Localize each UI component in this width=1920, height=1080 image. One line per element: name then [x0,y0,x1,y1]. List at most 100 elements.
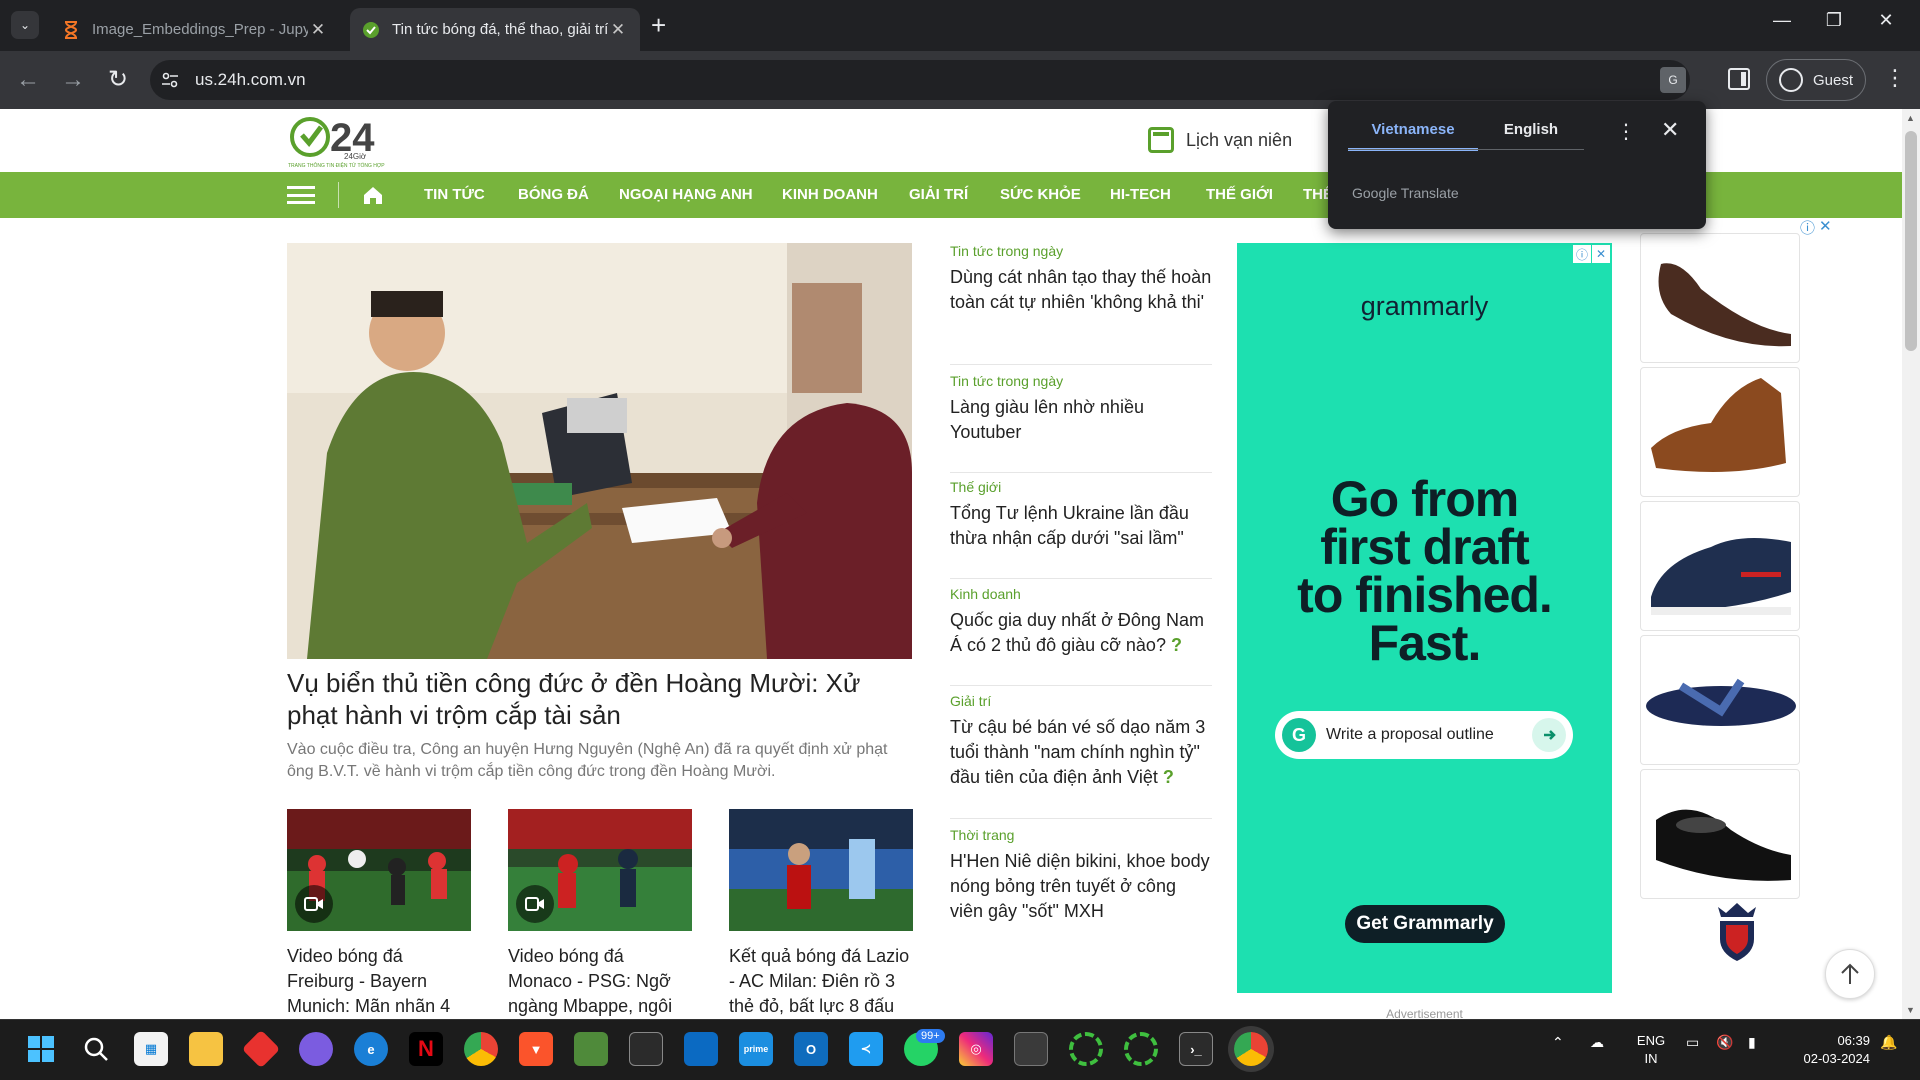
close-icon[interactable]: ✕ [608,20,628,40]
battery-icon[interactable]: ▮ [1748,1034,1756,1051]
news-title[interactable]: Quốc gia duy nhất ở Đông Nam Á có 2 thủ … [950,608,1212,658]
tab-jupyter[interactable]: Image_Embeddings_Prep - Jupyter ✕ [50,8,340,51]
tab-search-button[interactable]: ⌄ [11,11,39,39]
news-title[interactable]: Dùng cát nhân tạo thay thế hoàn toàn cát… [950,265,1212,315]
nav-ngoai-hang-anh[interactable]: NGOẠI HẠNG ANH [619,186,753,203]
address-bar[interactable]: us.24h.com.vn [150,60,1690,100]
main-story-image[interactable] [287,243,912,659]
ad-prompt-box[interactable]: G Write a proposal outline [1275,711,1573,759]
forward-button[interactable]: → [58,65,88,95]
news-category[interactable]: Tin tức trong ngày [950,373,1212,389]
hamburger-menu-icon[interactable] [287,186,315,204]
app-tablet-icon[interactable] [1014,1032,1048,1066]
reload-button[interactable]: ↻ [103,65,133,95]
app-window-icon[interactable] [684,1032,718,1066]
news-category[interactable]: Kinh doanh [950,586,1212,602]
brand-crest-icon[interactable] [1712,899,1762,961]
brave-icon[interactable]: ▼ [519,1032,553,1066]
more-options-icon[interactable]: ⋮ [1616,119,1636,144]
thumb-card[interactable]: Kết quả bóng đá Lazio - AC Milan: Điên r… [729,809,913,1019]
back-button[interactable]: ← [13,65,43,95]
list-item[interactable]: Tin tức trong ngày Dùng cát nhân tạo tha… [950,243,1212,365]
instagram-icon[interactable]: ◎ [959,1032,993,1066]
ad-info-icon[interactable]: ⓘ [1573,245,1591,263]
chevron-up-icon[interactable]: ⌃ [1552,1034,1564,1051]
shoe-product[interactable] [1640,769,1800,899]
nav-the-gioi[interactable]: THẾ GIỚI [1206,186,1273,203]
nav-kinh-doanh[interactable]: KINH DOANH [782,186,878,203]
news-title[interactable]: Từ cậu bé bán vé số dạo năm 3 tuổi thành… [950,715,1212,790]
search-icon[interactable] [79,1032,113,1066]
close-icon[interactable]: ✕ [308,20,328,40]
thumb-card[interactable]: Video bóng đá Freiburg - Bayern Munich: … [287,809,471,1019]
shoe-product[interactable] [1640,233,1800,363]
close-icon[interactable]: ✕ [1819,217,1832,238]
app-landscape-icon[interactable] [574,1032,608,1066]
news-category[interactable]: Thời trang [950,827,1212,843]
source-language-tab[interactable]: Vietnamese [1348,121,1478,151]
list-item[interactable]: Tin tức trong ngày Làng giàu lên nhờ nhi… [950,373,1212,473]
scrollbar-thumb[interactable] [1905,131,1917,351]
scroll-down-icon[interactable]: ▼ [1906,1005,1915,1015]
ad-info-icon[interactable]: ⓘ [1800,217,1815,238]
news-category[interactable]: Thế giới [950,479,1212,495]
tab-24h[interactable]: Tin tức bóng đá, thể thao, giải trí ✕ [350,8,640,51]
translate-icon[interactable]: G [1660,67,1686,93]
nav-suc-khoe[interactable]: SỨC KHỎE [1000,186,1081,203]
scroll-up-icon[interactable]: ▲ [1906,113,1915,123]
news-category[interactable]: Giải trí [950,693,1212,709]
new-tab-button[interactable]: + [651,12,666,38]
volume-muted-icon[interactable]: 🔇 [1716,1034,1733,1051]
system-clock[interactable]: 06:39 02-03-2024 [1782,1032,1871,1068]
outlook-icon[interactable]: O [794,1032,828,1066]
list-item[interactable]: Giải trí Từ cậu bé bán vé số dạo năm 3 t… [950,693,1212,819]
thumb-card[interactable]: Video bóng đá Monaco - PSG: Ngỡ ngàng Mb… [508,809,692,1019]
scroll-to-top-button[interactable] [1825,949,1875,999]
maximize-button[interactable]: ❐ [1814,10,1854,31]
news-title[interactable]: Làng giàu lên nhờ nhiều Youtuber [950,395,1212,445]
shoe-product[interactable] [1640,367,1800,497]
nav-tin-tuc[interactable]: TIN TỨC [424,186,485,203]
send-arrow-icon[interactable] [1532,718,1566,752]
minimize-button[interactable]: — [1762,10,1802,31]
app-ring-icon[interactable] [1069,1032,1103,1066]
grammarly-ad[interactable]: ⓘ ✕ grammarly Go from first draft to fin… [1237,243,1612,993]
list-item[interactable]: Kinh doanh Quốc gia duy nhất ở Đông Nam … [950,586,1212,686]
page-scrollbar[interactable]: ▲ ▼ [1902,109,1920,1019]
profile-button[interactable]: Guest [1766,59,1866,101]
chrome-active-icon[interactable] [1234,1032,1268,1066]
app-hex-icon[interactable] [299,1032,333,1066]
file-explorer-icon[interactable] [189,1032,223,1066]
home-icon[interactable] [362,184,384,206]
netflix-icon[interactable]: N [409,1032,443,1066]
target-language-tab[interactable]: English [1478,121,1584,151]
list-item[interactable]: Thế giới Tổng Tư lệnh Ukraine lần đầu th… [950,479,1212,579]
prime-video-icon[interactable]: prime [739,1032,773,1066]
get-grammarly-button[interactable]: Get Grammarly [1345,905,1505,943]
notification-bell-icon[interactable]: 🔔 [1880,1034,1897,1051]
calendar-link[interactable]: Lịch vạn niên [1148,127,1292,153]
display-icon[interactable]: ▭ [1686,1034,1699,1051]
vscode-icon[interactable]: ≺ [849,1032,883,1066]
close-icon[interactable]: ✕ [1661,117,1679,143]
nav-bong-da[interactable]: BÓNG ĐÁ [518,186,589,203]
news-category[interactable]: Tin tức trong ngày [950,243,1212,259]
news-title[interactable]: H'Hen Niê diện bikini, khoe body nóng bỏ… [950,849,1212,924]
shoe-product[interactable] [1640,635,1800,765]
language-indicator[interactable]: ENG IN [1634,1032,1668,1068]
edge-icon[interactable]: e [354,1032,388,1066]
store-icon[interactable]: ▦ [134,1032,168,1066]
browser-menu-icon[interactable]: ⋮ [1884,65,1906,91]
chrome-icon[interactable] [464,1032,498,1066]
list-item[interactable]: Thời trang H'Hen Niê diện bikini, khoe b… [950,827,1212,937]
shoe-product[interactable] [1640,501,1800,631]
close-window-button[interactable]: ✕ [1866,10,1906,31]
terminal-icon[interactable] [629,1032,663,1066]
nav-giai-tri[interactable]: GIẢI TRÍ [909,186,968,203]
main-story-headline[interactable]: Vụ biển thủ tiền công đức ở đền Hoàng Mư… [287,667,912,731]
app-ring-icon[interactable] [1124,1032,1158,1066]
side-panel-icon[interactable] [1728,68,1750,90]
app-diamond-icon[interactable] [241,1029,281,1069]
close-icon[interactable]: ✕ [1592,245,1610,263]
cloud-icon[interactable]: ☁ [1590,1034,1604,1051]
